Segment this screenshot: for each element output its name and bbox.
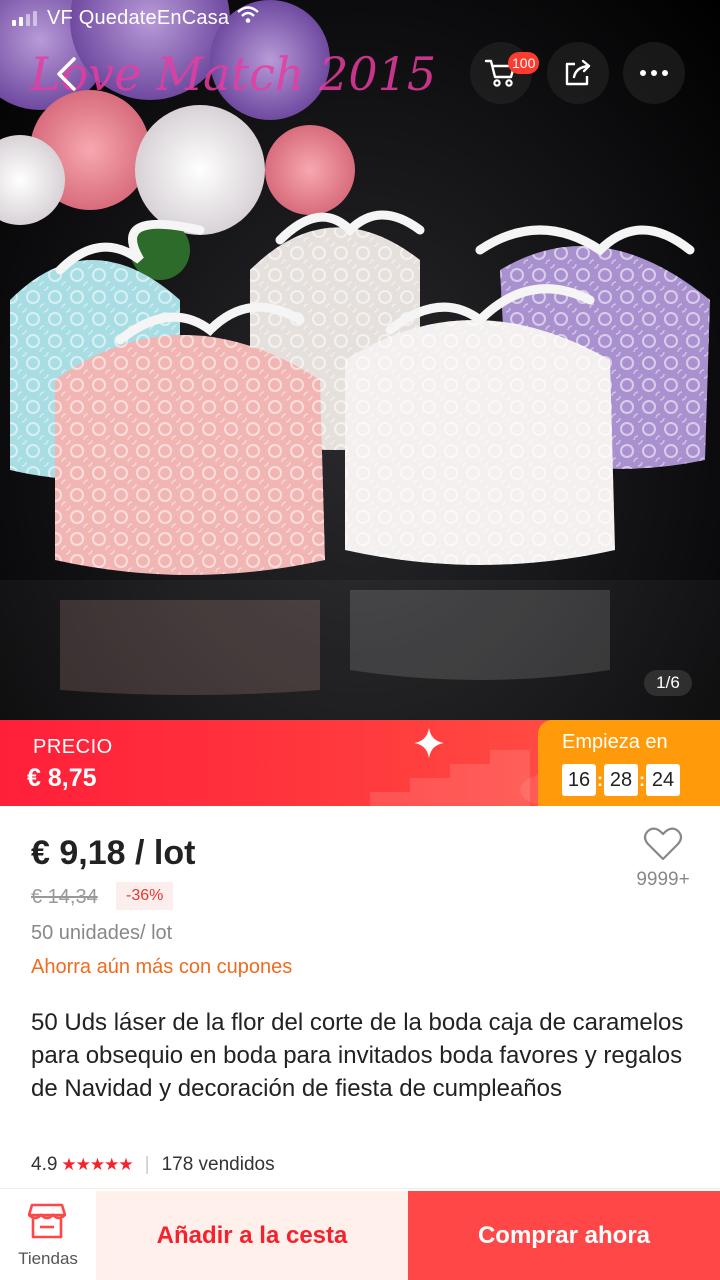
buy-now-button[interactable]: Comprar ahora (408, 1191, 720, 1280)
product-image-gallery[interactable]: Love Match 2015 VF QuedateEnCasa 100 1/6 (0, 0, 720, 720)
sold-count: 178 vendidos (161, 1154, 275, 1175)
chevron-left-icon (57, 57, 76, 91)
divider: | (144, 1154, 150, 1175)
wifi-icon (237, 6, 260, 30)
status-bar: VF QuedateEnCasa (0, 0, 720, 36)
wishlist-count: 9999+ (636, 869, 690, 890)
timer-seconds: 24 (646, 764, 680, 796)
countdown-label: Empieza en (562, 731, 668, 753)
countdown-timer: 16 : 28 : 24 (562, 764, 680, 796)
product-title: 50 Uds láser de la flor del corte de la … (31, 1009, 684, 1102)
units-per-lot: 50 unidades/ lot (31, 922, 173, 944)
more-dots-icon (640, 70, 668, 76)
cart-button[interactable]: 100 (470, 42, 540, 104)
stores-button[interactable]: Tiendas (0, 1189, 96, 1280)
more-options-button[interactable] (623, 42, 685, 104)
timer-hours: 16 (562, 764, 596, 796)
product-price: € 9,18 / lot (31, 834, 196, 872)
cart-count-badge: 100 (508, 52, 540, 74)
banner-price-label: PRECIO (33, 736, 113, 758)
banner-price: € 8,75 (27, 764, 97, 792)
original-price: € 14,34 (31, 886, 98, 908)
rating-row[interactable]: 4.9 ★★★★★ | 178 vendidos (31, 1154, 275, 1176)
discount-badge: -36% (116, 882, 174, 910)
heart-icon (643, 827, 683, 861)
timer-minutes: 28 (604, 764, 638, 796)
product-photo: Love Match 2015 (0, 0, 720, 720)
coupons-link[interactable]: Ahorra aún más con cupones (31, 956, 292, 979)
back-button[interactable] (36, 44, 96, 104)
share-icon (565, 59, 591, 86)
signal-icon (12, 10, 37, 26)
bottom-action-bar: Tiendas Añadir a la cesta Comprar ahora (0, 1188, 720, 1280)
image-counter: 1/6 (644, 670, 692, 696)
countdown-box: Empieza en 16 : 28 : 24 (538, 720, 720, 806)
sparkle-icon (414, 728, 444, 758)
store-icon (28, 1203, 66, 1239)
wishlist-button[interactable]: 9999+ (628, 826, 698, 891)
add-to-cart-button[interactable]: Añadir a la cesta (96, 1191, 408, 1280)
stores-label: Tiendas (18, 1249, 78, 1268)
star-rating-icon: ★★★★★ (61, 1155, 133, 1174)
share-button[interactable] (547, 42, 609, 104)
rating-value: 4.9 (31, 1154, 58, 1175)
carrier-name: VF QuedateEnCasa (47, 6, 230, 29)
